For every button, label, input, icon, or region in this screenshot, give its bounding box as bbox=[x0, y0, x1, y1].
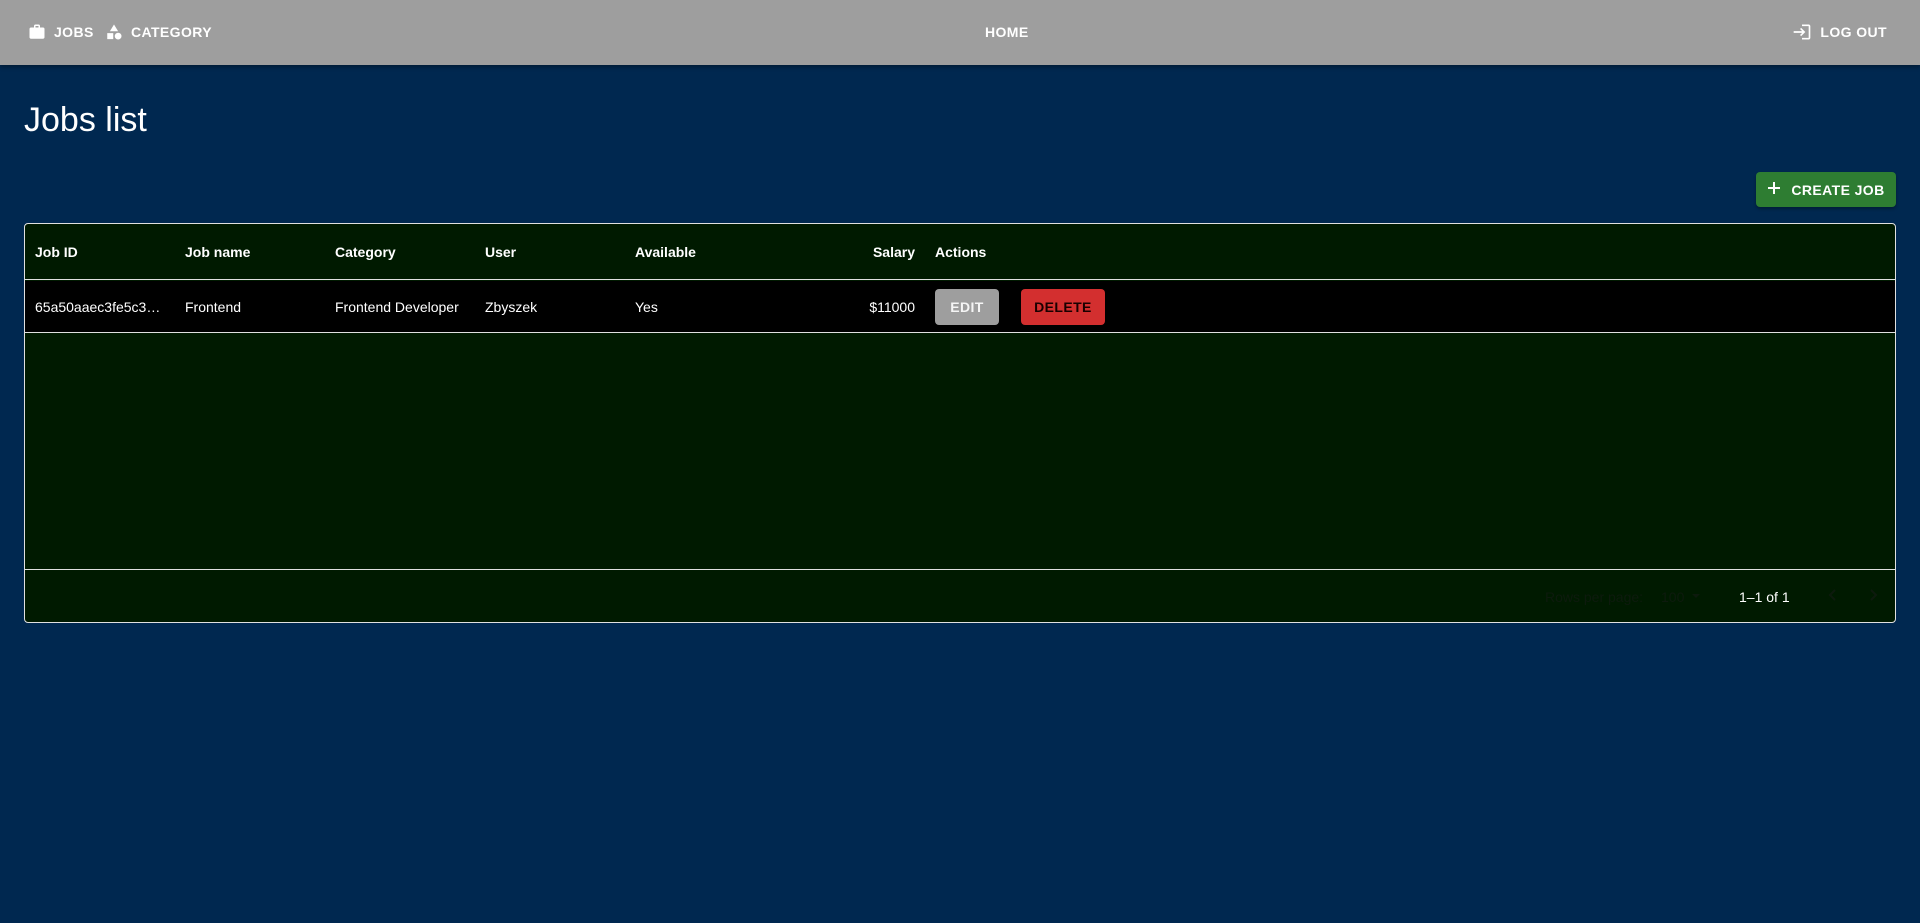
cell-available: Yes bbox=[635, 298, 658, 315]
grid-header: Job ID Job name Category User Available … bbox=[25, 224, 1895, 280]
column-header-job-id[interactable]: Job ID bbox=[25, 224, 175, 279]
previous-page-button[interactable] bbox=[1819, 583, 1847, 611]
briefcase-icon bbox=[28, 23, 46, 41]
cell-actions: EDIT DELETE bbox=[925, 281, 1225, 332]
nav-jobs-button[interactable]: JOBS bbox=[28, 17, 94, 47]
column-header-available[interactable]: Available bbox=[625, 224, 775, 279]
rows-per-page-value: 100 bbox=[1661, 588, 1685, 605]
rows-per-page-select[interactable]: 100 bbox=[1661, 570, 1702, 622]
column-header-category[interactable]: Category bbox=[325, 224, 475, 279]
next-page-button[interactable] bbox=[1859, 583, 1887, 611]
delete-button[interactable]: DELETE bbox=[1021, 288, 1105, 325]
chevron-down-icon bbox=[1690, 589, 1702, 605]
chevron-right-icon bbox=[1866, 588, 1880, 607]
nav-category-label: CATEGORY bbox=[131, 24, 212, 40]
edit-button[interactable]: EDIT bbox=[935, 288, 999, 325]
plus-icon bbox=[1767, 181, 1781, 198]
app-bar: JOBS CATEGORY HOME LOG OUT bbox=[0, 0, 1920, 65]
rows-per-page-label: Rows per page: bbox=[1545, 588, 1644, 605]
column-header-job-name[interactable]: Job name bbox=[175, 224, 325, 279]
login-arrow-icon bbox=[1792, 22, 1812, 42]
column-header-actions: Actions bbox=[935, 243, 987, 260]
create-job-button[interactable]: CREATE JOB bbox=[1756, 172, 1896, 207]
grid-pagination: Rows per page: 100 1–1 of 1 bbox=[25, 569, 1895, 622]
cell-salary: $11000 bbox=[869, 298, 915, 315]
table-row[interactable]: 65a50aaec3fe5c3… Frontend Frontend Devel… bbox=[25, 281, 1895, 333]
nav-home-button[interactable]: HOME bbox=[985, 17, 1029, 47]
category-shapes-icon bbox=[105, 23, 123, 41]
cell-job-name: Frontend bbox=[185, 298, 242, 315]
logout-button[interactable]: LOG OUT bbox=[1792, 17, 1887, 47]
column-header-salary[interactable]: Salary bbox=[775, 224, 925, 279]
nav-category-button[interactable]: CATEGORY bbox=[105, 17, 212, 47]
chevron-left-icon bbox=[1826, 588, 1840, 607]
nav-jobs-label: JOBS bbox=[54, 24, 94, 40]
cell-category: Frontend Developer bbox=[335, 298, 459, 315]
page-range: 1–1 of 1 bbox=[1739, 588, 1790, 605]
column-header-user[interactable]: User bbox=[475, 224, 625, 279]
logout-label: LOG OUT bbox=[1820, 24, 1887, 40]
nav-home-label: HOME bbox=[985, 24, 1029, 40]
cell-job-id: 65a50aaec3fe5c3… bbox=[35, 298, 161, 315]
jobs-data-grid: Job ID Job name Category User Available … bbox=[24, 223, 1896, 623]
cell-user: Zbyszek bbox=[485, 298, 538, 315]
create-job-label: CREATE JOB bbox=[1791, 181, 1885, 198]
page-title: Jobs list bbox=[24, 101, 147, 139]
